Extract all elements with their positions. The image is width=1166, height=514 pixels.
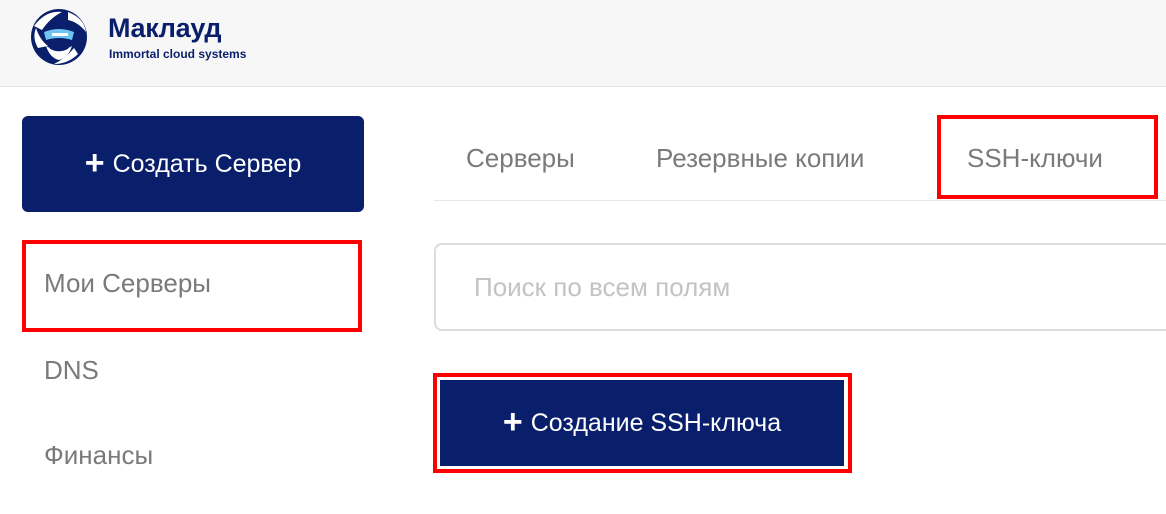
- tab-ssh-keys[interactable]: SSH-ключи: [967, 143, 1103, 174]
- tab-servers[interactable]: Серверы: [466, 143, 575, 174]
- create-server-label: Создать Сервер: [112, 149, 302, 178]
- create-server-button[interactable]: + Создать Сервер: [22, 116, 364, 212]
- top-bar: Маклауд Immortal cloud systems: [0, 0, 1166, 87]
- create-ssh-key-button[interactable]: + Создание SSH-ключа: [440, 380, 844, 466]
- sidebar-item-finances[interactable]: Финансы: [44, 440, 153, 471]
- plus-icon: +: [84, 144, 105, 182]
- search-input[interactable]: [434, 243, 1166, 331]
- tab-backups[interactable]: Резервные копии: [656, 143, 864, 174]
- brand-name[interactable]: Маклауд: [108, 13, 222, 44]
- tabs-divider: [434, 200, 1166, 201]
- create-ssh-key-label: Создание SSH-ключа: [530, 408, 782, 437]
- plus-icon: +: [502, 403, 523, 441]
- mascot-logo-icon[interactable]: [28, 6, 92, 68]
- sidebar-item-my-servers[interactable]: Мои Серверы: [44, 268, 211, 299]
- brand-tagline: Immortal cloud systems: [109, 47, 247, 61]
- sidebar-item-dns[interactable]: DNS: [44, 355, 99, 386]
